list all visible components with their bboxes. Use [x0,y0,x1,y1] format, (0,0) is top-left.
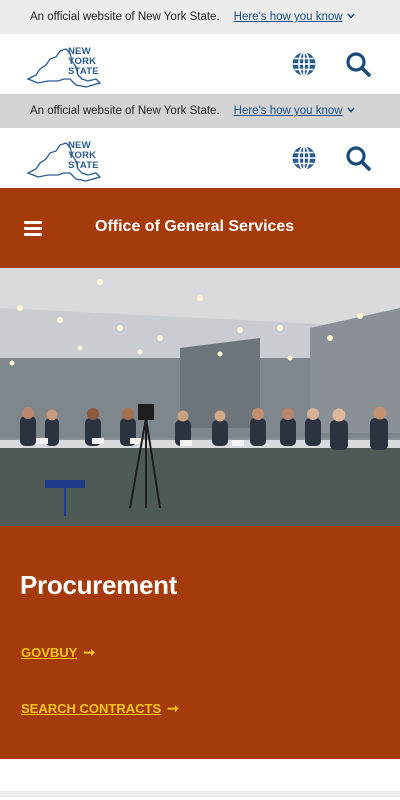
procurement-heading: Procurement [20,570,178,600]
arrow-right-icon: ➞ [83,644,96,660]
govbuy-label: GOVBUY [21,645,78,660]
govbuy-link[interactable]: GOVBUY ➞ [21,644,95,661]
heres-how-you-know-label: Here's how you know [233,11,343,23]
global-header: NEW YORK STATE [0,128,400,188]
nys-logo[interactable]: NEW YORK STATE [26,133,104,183]
search-icon [346,52,371,77]
chevron-down-icon [347,11,355,21]
search-contracts-link[interactable]: SEARCH CONTRACTS ➞ [21,700,179,717]
search-contracts-label: SEARCH CONTRACTS [21,701,162,716]
language-globe-button[interactable] [290,144,318,172]
agency-header: Office of General Services [0,188,400,268]
global-header: NEW YORK STATE [0,34,400,94]
nys-logo-text: NEW YORK STATE [68,140,99,171]
official-banner-text: An official website of New York State. [30,105,220,117]
arrow-right-icon: ➞ [167,700,179,716]
hamburger-menu-icon[interactable] [24,221,42,236]
search-button[interactable] [344,50,372,78]
heres-how-you-know-label: Here's how you know [233,105,343,117]
heres-how-you-know-link[interactable]: Here's how you know [234,11,355,23]
content-divider [0,759,400,797]
hero-photo [0,268,400,526]
search-button[interactable] [344,144,372,172]
official-banner: An official website of New York State. H… [0,0,400,34]
language-globe-button[interactable] [290,50,318,78]
official-banner: An official website of New York State. H… [0,94,400,128]
procurement-section: Procurement GOVBUY ➞ SEARCH CONTRACTS ➞ [0,526,400,759]
globe-icon [292,145,316,171]
search-icon [346,146,371,171]
chevron-down-icon [347,105,355,115]
nys-logo[interactable]: NEW YORK STATE [26,39,104,89]
official-banner-text: An official website of New York State. [30,11,220,23]
agency-title[interactable]: Office of General Services [95,218,294,236]
nys-logo-text: NEW YORK STATE [68,46,99,77]
globe-icon [292,51,316,77]
heres-how-you-know-link[interactable]: Here's how you know [234,105,355,117]
